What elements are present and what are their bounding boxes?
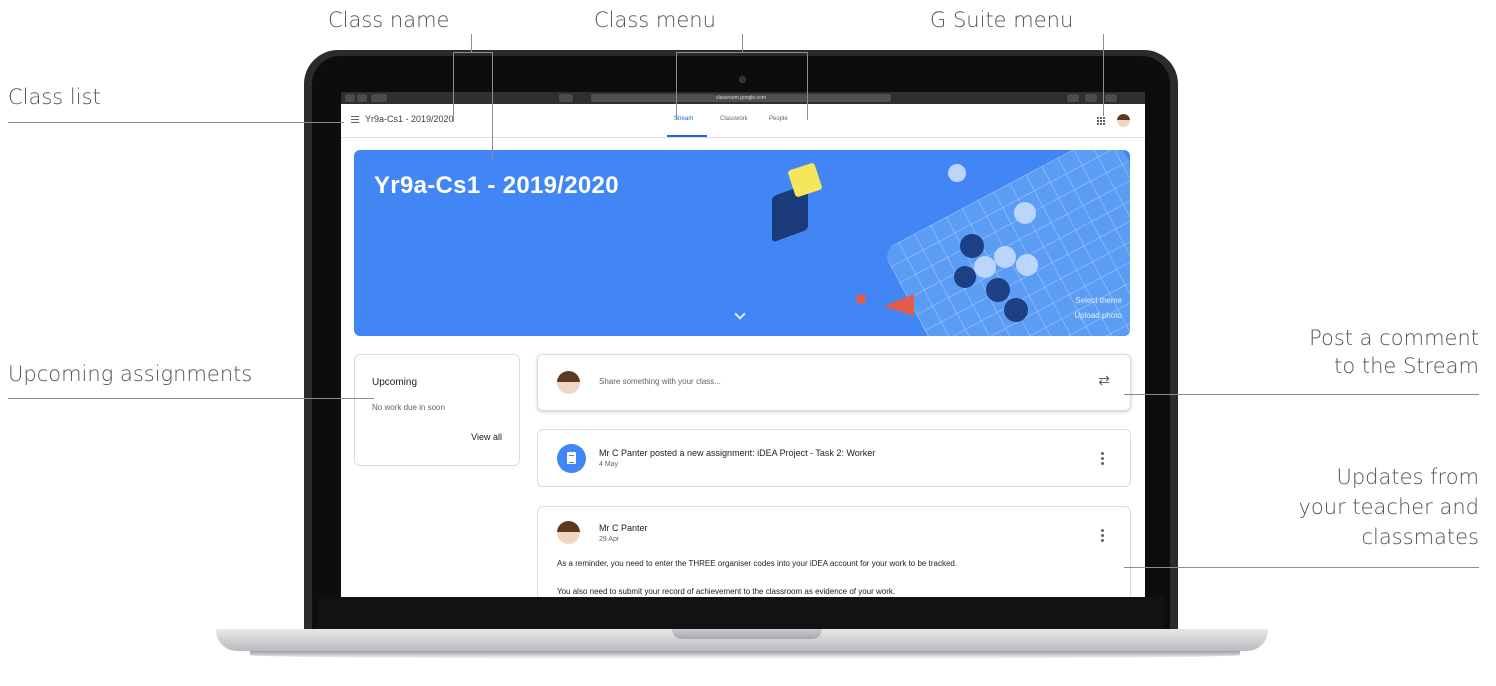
post-author: Mr C Panter bbox=[599, 523, 648, 533]
chevron-down-icon[interactable] bbox=[734, 308, 746, 320]
assignment-date: 4 May bbox=[599, 461, 619, 468]
annotation-line bbox=[1103, 34, 1104, 116]
annotation-gsuite-menu: G Suite menu bbox=[930, 8, 1074, 32]
menu-icon[interactable] bbox=[351, 116, 359, 123]
laptop-screen: classroom.google.com Yr9a-Cs1 - 2019/202… bbox=[341, 92, 1145, 597]
annotation-line bbox=[453, 52, 454, 122]
stone-illustration bbox=[1004, 298, 1028, 322]
repost-icon[interactable]: ⇄ bbox=[1098, 372, 1110, 389]
teacher-avatar bbox=[557, 521, 580, 544]
user-avatar bbox=[557, 371, 580, 394]
stone-illustration bbox=[994, 246, 1016, 268]
more-options-icon[interactable] bbox=[1101, 452, 1104, 467]
camera-icon bbox=[739, 76, 746, 83]
annotation-line bbox=[676, 52, 677, 120]
annotation-text-line: Post a comment bbox=[1309, 326, 1479, 350]
pawn-illustration bbox=[856, 294, 866, 304]
banner-class-title: Yr9a-Cs1 - 2019/2020 bbox=[374, 172, 619, 199]
share-icon[interactable] bbox=[1085, 94, 1097, 102]
header-class-name[interactable]: Yr9a-Cs1 - 2019/2020 bbox=[365, 114, 454, 124]
annotation-line bbox=[807, 52, 808, 120]
user-avatar[interactable] bbox=[1117, 114, 1130, 127]
share-input[interactable]: Share something with your class... bbox=[599, 377, 721, 386]
annotation-line bbox=[742, 34, 743, 52]
annotation-line bbox=[676, 52, 807, 53]
download-icon[interactable] bbox=[1067, 94, 1079, 102]
stone-illustration bbox=[986, 278, 1010, 302]
annotation-text-line: classmates bbox=[1361, 525, 1479, 549]
tabs-icon[interactable] bbox=[1105, 94, 1117, 102]
url-bar[interactable]: classroom.google.com bbox=[591, 94, 891, 102]
stream-announcement-card: Mr C Panter 29 Apr As a reminder, you ne… bbox=[537, 506, 1131, 597]
stone-illustration bbox=[1014, 202, 1036, 224]
browser-toolbar: classroom.google.com bbox=[341, 92, 1145, 104]
stone-illustration bbox=[954, 266, 976, 288]
post-body-line: You also need to submit your record of a… bbox=[557, 587, 896, 596]
annotation-upcoming-assignments: Upcoming assignments bbox=[8, 362, 253, 386]
annotation-class-name: Class name bbox=[328, 8, 450, 32]
post-date: 29 Apr bbox=[599, 536, 620, 543]
assignment-title[interactable]: Mr C Panter posted a new assignment: iDE… bbox=[599, 448, 875, 458]
annotation-line bbox=[8, 122, 344, 123]
annotation-text-line: Updates from bbox=[1336, 465, 1479, 489]
sidebar-icon[interactable] bbox=[371, 94, 387, 102]
share-card[interactable]: Share something with your class... ⇄ bbox=[537, 354, 1131, 411]
tab-classwork[interactable]: Classwork bbox=[720, 116, 748, 122]
annotation-class-menu: Class menu bbox=[594, 8, 716, 32]
annotation-line bbox=[471, 34, 472, 52]
view-all-link[interactable]: View all bbox=[471, 432, 502, 442]
annotation-line bbox=[8, 398, 374, 399]
more-options-icon[interactable] bbox=[1101, 529, 1104, 544]
upcoming-title: Upcoming bbox=[372, 377, 418, 388]
annotation-text-line: to the Stream bbox=[1334, 354, 1479, 378]
tab-people[interactable]: People bbox=[769, 116, 788, 122]
annotation-line bbox=[1124, 567, 1479, 568]
annotation-updates: Updates from your teacher and classmates bbox=[1298, 462, 1479, 552]
annotation-line bbox=[492, 52, 493, 160]
upload-photo-link[interactable]: Upload photo bbox=[1074, 311, 1122, 320]
stone-illustration bbox=[948, 164, 966, 182]
annotation-line bbox=[1124, 394, 1479, 395]
assignment-icon bbox=[557, 444, 586, 473]
stone-illustration bbox=[1016, 254, 1038, 276]
post-body-line: As a reminder, you need to enter the THR… bbox=[557, 559, 958, 568]
class-banner: Yr9a-Cs1 - 2019/2020 Select theme Upload… bbox=[354, 150, 1130, 336]
annotation-text-line: your teacher and bbox=[1298, 495, 1479, 519]
forward-icon[interactable] bbox=[357, 94, 367, 102]
gsuite-apps-icon[interactable] bbox=[1097, 117, 1105, 125]
upcoming-card: Upcoming No work due in soon View all bbox=[354, 354, 520, 466]
laptop-notch bbox=[672, 629, 822, 639]
stream-assignment-card[interactable]: Mr C Panter posted a new assignment: iDE… bbox=[537, 429, 1131, 487]
upcoming-status: No work due in soon bbox=[372, 403, 445, 412]
active-tab-indicator bbox=[667, 135, 707, 137]
annotation-line bbox=[453, 52, 493, 53]
select-theme-link[interactable]: Select theme bbox=[1075, 296, 1122, 305]
annotation-post-comment: Post a comment to the Stream bbox=[1309, 326, 1479, 378]
annotation-class-list: Class list bbox=[8, 85, 101, 109]
stone-illustration bbox=[974, 256, 996, 278]
laptop-bezel-bottom bbox=[318, 597, 1164, 631]
app-header: Yr9a-Cs1 - 2019/2020 Stream Classwork Pe… bbox=[341, 104, 1145, 138]
pawn-illustration bbox=[884, 294, 914, 316]
laptop-shadow bbox=[250, 651, 1240, 659]
stone-illustration bbox=[960, 234, 984, 258]
back-icon[interactable] bbox=[345, 94, 355, 102]
shield-icon[interactable] bbox=[559, 94, 573, 102]
